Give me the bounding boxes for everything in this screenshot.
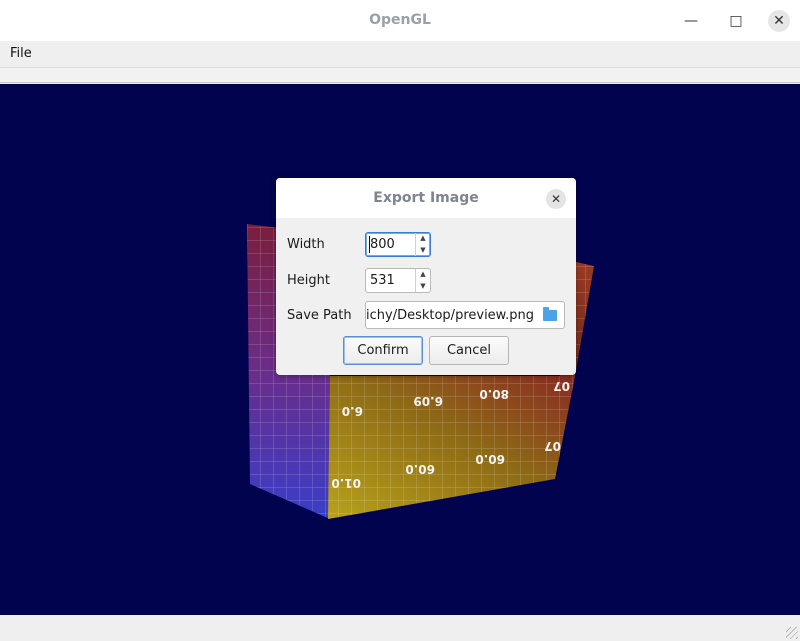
close-icon[interactable]: ✕ (768, 10, 790, 32)
save-path-value[interactable]: C:/Users/nichy/Desktop/preview.png (366, 308, 534, 323)
confirm-button[interactable]: Confirm (343, 336, 423, 365)
menu-bar: File (0, 41, 800, 67)
minimize-icon[interactable]: — (680, 10, 702, 32)
spin-up-icon[interactable]: ▲ (416, 269, 430, 280)
width-value[interactable]: 800 (370, 237, 395, 252)
width-spinbox[interactable]: 800 ▲ ▼ (365, 232, 431, 257)
width-label: Width (287, 237, 325, 252)
save-path-input[interactable]: C:/Users/nichy/Desktop/preview.png (365, 301, 565, 329)
height-value[interactable]: 531 (370, 273, 395, 288)
dialog-title: Export Image (373, 190, 479, 206)
spin-down-icon[interactable]: ▼ (416, 245, 430, 256)
export-image-dialog: Export Image ✕ Width 800 ▲ ▼ Height 531 … (276, 178, 576, 375)
spin-up-icon[interactable]: ▲ (416, 233, 430, 244)
title-bar: OpenGL — □ ✕ (0, 0, 800, 41)
cube-label: 60.0 (405, 462, 435, 476)
cube-label: 60.0 (475, 452, 505, 466)
height-label: Height (287, 273, 330, 288)
cube-label: 6.0 (342, 404, 363, 418)
height-spinbox[interactable]: 531 ▲ ▼ (365, 268, 431, 293)
cube-label: 6.09 (413, 394, 443, 408)
cube-label: 07 (553, 379, 570, 393)
maximize-icon[interactable]: □ (725, 10, 747, 32)
width-stepper: ▲ ▼ (415, 233, 430, 256)
status-bar (0, 615, 800, 641)
dialog-close-icon[interactable]: ✕ (546, 189, 566, 209)
cube-label: 01.0 (331, 476, 361, 490)
cancel-button[interactable]: Cancel (429, 336, 509, 365)
toolbar (0, 67, 800, 83)
resize-grip-icon[interactable] (786, 627, 798, 639)
dialog-header: Export Image ✕ (276, 178, 576, 218)
height-stepper: ▲ ▼ (415, 269, 430, 292)
save-path-label: Save Path (287, 308, 352, 323)
folder-icon[interactable] (543, 307, 557, 321)
cube-label: 80.0 (479, 387, 509, 401)
spin-down-icon[interactable]: ▼ (416, 281, 430, 292)
menu-file[interactable]: File (10, 46, 32, 61)
cube-label: 07 (544, 439, 561, 453)
